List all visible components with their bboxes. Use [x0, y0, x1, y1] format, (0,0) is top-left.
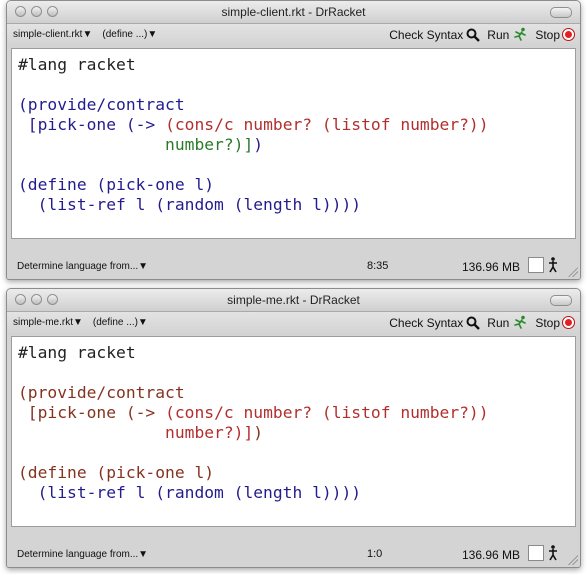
definitions-editor[interactable]: #lang racket (provide/contract [pick-one… [11, 336, 576, 527]
window-title: simple-me.rkt - DrRacket [227, 293, 360, 307]
stop-circle-icon [563, 29, 574, 40]
contract-closers: )] [233, 423, 254, 442]
contract-name: [pick-one [18, 115, 126, 134]
arrow-token: (-> [125, 115, 156, 134]
result-contract: number? [165, 423, 234, 442]
language-menu[interactable]: Determine language from...▼ [17, 549, 148, 560]
body-line: (list-ref l (random (length l)))) [18, 483, 362, 502]
title-bar[interactable]: simple-client.rkt - DrRacket [7, 1, 580, 24]
cursor-position: 8:35 [367, 260, 389, 272]
stop-label: Stop [535, 315, 560, 330]
definitions-editor[interactable]: #lang racket (provide/contract [pick-one… [11, 48, 576, 239]
run-button[interactable]: Run [487, 27, 528, 42]
body-line: (list-ref l (random (length l)))) [18, 195, 362, 214]
run-label: Run [487, 27, 510, 42]
traffic-lights [15, 6, 58, 17]
file-menu[interactable]: simple-client.rkt▼ [13, 29, 92, 40]
magnifier-icon [466, 316, 481, 330]
provide-line: (provide/contract [18, 383, 185, 402]
traffic-lights [15, 294, 58, 305]
zoom-window-icon[interactable] [47, 6, 58, 17]
contract-name: [pick-one [18, 403, 126, 422]
minimize-window-icon[interactable] [31, 6, 42, 17]
check-syntax-button[interactable]: Check Syntax [389, 315, 481, 330]
file-menu[interactable]: simple-me.rkt▼ [13, 317, 83, 328]
stop-button[interactable]: Stop [535, 316, 574, 330]
arrow-token: (-> [125, 403, 156, 422]
lang-line: #lang racket [18, 55, 136, 74]
minimize-window-icon[interactable] [31, 294, 42, 305]
close-window-icon[interactable] [15, 6, 26, 17]
source-code: #lang racket (provide/contract [pick-one… [12, 337, 575, 509]
check-syntax-label: Check Syntax [389, 315, 464, 330]
cons-contract: (cons/c number? (listof number?)) [165, 403, 489, 422]
grow-box-icon[interactable] [568, 555, 578, 565]
define-line: (define (pick-one l) [18, 175, 215, 194]
close-window-icon[interactable] [15, 294, 26, 305]
contract-closers: )] [233, 135, 254, 154]
runner-icon [512, 315, 528, 330]
define-menu[interactable]: (define ...)▼ [93, 317, 148, 328]
provide-closer: ) [253, 423, 264, 442]
stop-circle-icon [563, 317, 574, 328]
stop-label: Stop [535, 27, 560, 42]
status-bar: Determine language from...▼ 8:35 136.96 … [7, 241, 580, 279]
walker-icon [547, 257, 559, 276]
title-bar[interactable]: simple-me.rkt - DrRacket [7, 289, 580, 312]
run-button[interactable]: Run [487, 315, 528, 330]
cons-contract: (cons/c number? (listof number?)) [165, 115, 489, 134]
grow-box-icon[interactable] [568, 267, 578, 277]
walker-icon [547, 545, 559, 564]
zoom-window-icon[interactable] [47, 294, 58, 305]
define-line: (define (pick-one l) [18, 463, 215, 482]
toolbar: simple-me.rkt▼ (define ...)▼ Check Synta… [7, 312, 580, 335]
result-contract: number? [165, 135, 234, 154]
toolbar: simple-client.rkt▼ (define ...)▼ Check S… [7, 24, 580, 47]
source-code: #lang racket (provide/contract [pick-one… [12, 49, 575, 221]
magnifier-icon [466, 28, 481, 42]
window-simple-me: simple-me.rkt - DrRacket simple-me.rkt▼ … [6, 288, 581, 568]
define-menu[interactable]: (define ...)▼ [102, 29, 157, 40]
gc-indicator [528, 545, 544, 561]
memory-usage: 136.96 MB [462, 548, 521, 562]
run-label: Run [487, 315, 510, 330]
window-title: simple-client.rkt - DrRacket [221, 5, 366, 19]
runner-icon [512, 27, 528, 42]
toolbar-toggle-icon[interactable] [550, 295, 572, 306]
stop-button[interactable]: Stop [535, 28, 574, 42]
check-syntax-label: Check Syntax [389, 27, 464, 42]
status-bar: Determine language from...▼ 1:0 136.96 M… [7, 529, 580, 567]
gc-indicator [528, 257, 544, 273]
provide-line: (provide/contract [18, 95, 185, 114]
window-simple-client: simple-client.rkt - DrRacket simple-clie… [6, 0, 581, 280]
check-syntax-button[interactable]: Check Syntax [389, 27, 481, 42]
memory-usage: 136.96 MB [462, 260, 521, 274]
provide-closer: ) [253, 135, 264, 154]
cursor-position: 1:0 [367, 548, 383, 560]
toolbar-toggle-icon[interactable] [550, 7, 572, 18]
lang-line: #lang racket [18, 343, 136, 362]
language-menu[interactable]: Determine language from...▼ [17, 261, 148, 272]
